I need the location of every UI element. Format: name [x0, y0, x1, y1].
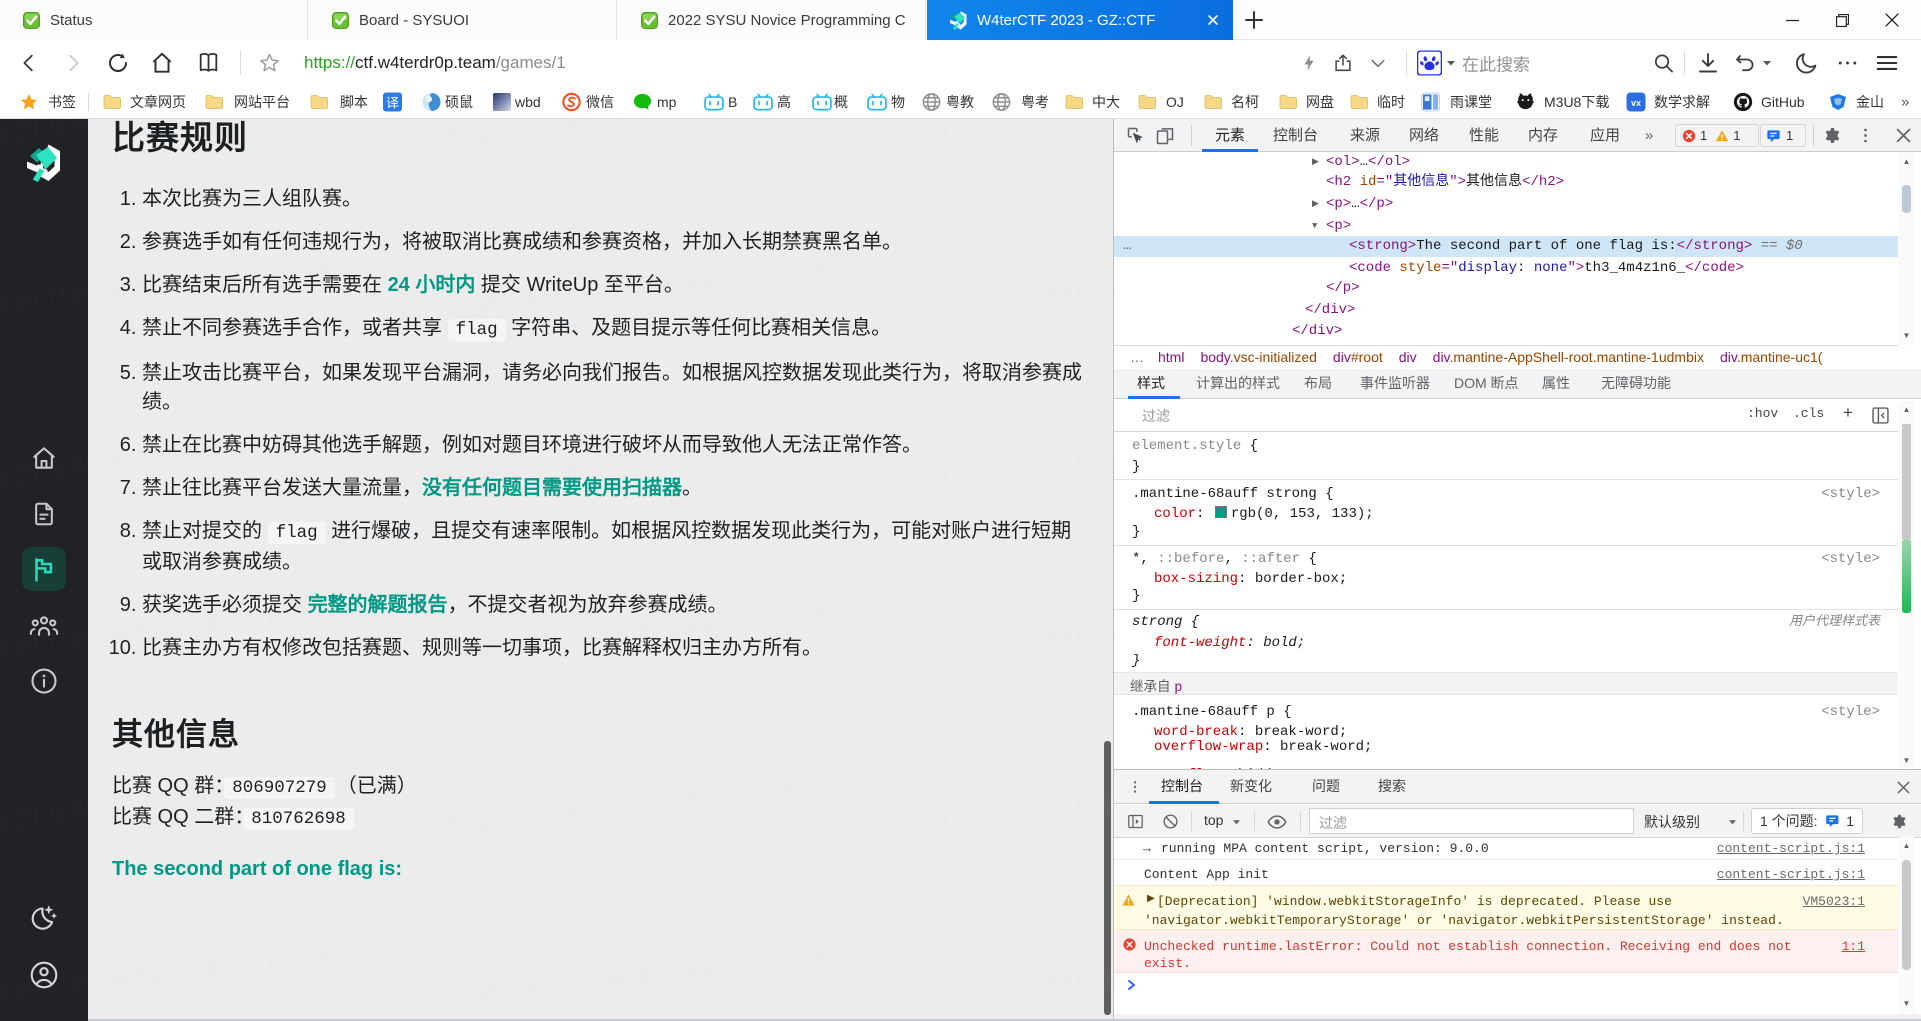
- svg-text:vx: vx: [1631, 98, 1641, 108]
